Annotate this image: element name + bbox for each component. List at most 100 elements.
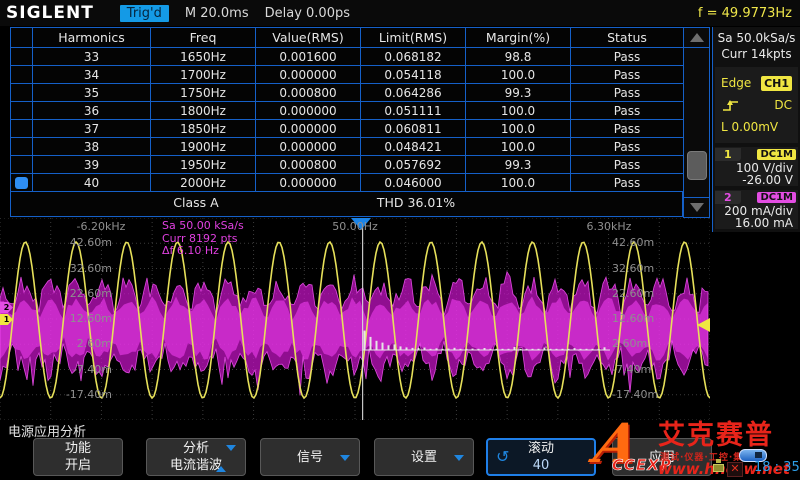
- sample-rate-readout: Sa 50.0kSa/s: [717, 31, 796, 45]
- cell-freq: 1700Hz: [150, 65, 256, 84]
- col-header-harmonics: Harmonics: [32, 27, 151, 48]
- channel2-number-tab: 2: [715, 191, 741, 204]
- cell-harmonic: 33: [32, 47, 151, 66]
- cell-harmonic: 40: [32, 173, 151, 192]
- row-select-marker: [10, 65, 33, 84]
- scrollbar-track[interactable]: [684, 48, 709, 197]
- amplitude-axis-label: 2.60m: [612, 337, 648, 351]
- row-select-marker: [10, 137, 33, 156]
- cell-limit: 0.054118: [360, 65, 466, 84]
- cell-freq: 2000Hz: [150, 173, 256, 192]
- softkey-value: 40: [532, 458, 550, 473]
- triangle-down-icon: [689, 203, 704, 212]
- amplitude-axis-label: 32.60m: [69, 261, 112, 275]
- trigger-coupling-label: DC: [774, 98, 792, 112]
- trigger-source-badge: CH1: [761, 75, 792, 91]
- cell-freq: 1850Hz: [150, 119, 256, 138]
- softkey-signal-button[interactable]: 信号: [260, 438, 360, 476]
- cell-freq: 1650Hz: [150, 47, 256, 66]
- amplitude-axis-label: 42.60m: [612, 236, 655, 250]
- fft-delta-f: Δf 6.10 Hz: [162, 244, 219, 257]
- amplitude-axis-label: 22.60m: [69, 286, 112, 300]
- channel1-info-box[interactable]: 1 DC1M 100 V/div -26.00 V: [715, 147, 798, 186]
- rotate-ccw-icon: ↺: [496, 447, 510, 466]
- cell-margin: 100.0: [465, 137, 571, 156]
- cell-margin: 99.3: [465, 83, 571, 102]
- cell-status: Pass: [570, 173, 684, 192]
- status-icon-tray: ✕ 18 : 35: [710, 446, 800, 480]
- row-select-marker: [10, 47, 33, 66]
- softkey-settings-button[interactable]: 设置: [374, 438, 474, 476]
- table-row[interactable]: 37 1850Hz 0.000000 0.060811 100.0 Pass: [10, 119, 684, 138]
- cell-limit: 0.064286: [360, 83, 466, 102]
- dropdown-icon: [340, 455, 350, 461]
- cell-status: Pass: [570, 119, 684, 138]
- col-header-freq: Freq: [150, 27, 256, 48]
- table-row[interactable]: 39 1950Hz 0.000800 0.057692 99.3 Pass: [10, 155, 684, 174]
- fft-sample-rate: Sa 50.00 kSa/s: [162, 219, 244, 232]
- memory-depth-readout: Curr 14kpts: [721, 47, 792, 61]
- cell-limit: 0.051111: [360, 101, 466, 120]
- cell-margin: 99.3: [465, 155, 571, 174]
- softkey-label: 滚动: [527, 441, 554, 456]
- amplitude-axis-label: 42.60m: [69, 236, 112, 250]
- softkey-analysis-button[interactable]: 分析 电流谐波: [146, 438, 246, 476]
- rising-edge-icon: [723, 99, 738, 111]
- table-row[interactable]: 36 1800Hz 0.000000 0.051111 100.0 Pass: [10, 101, 684, 120]
- cell-harmonic: 36: [32, 101, 151, 120]
- cell-status: Pass: [570, 155, 684, 174]
- sort-updown-icon: [216, 445, 236, 472]
- marker-column-header: [10, 27, 33, 48]
- cell-margin: 100.0: [465, 173, 571, 192]
- col-header-margin: Margin(%): [465, 27, 571, 48]
- scrollbar-thumb[interactable]: [687, 151, 707, 180]
- trigger-info-box: Edge CH1 DC L 0.00mV: [715, 67, 798, 143]
- table-row[interactable]: 40 2000Hz 0.000000 0.046000 100.0 Pass: [10, 173, 684, 192]
- amplitude-axis-label: -7.40m: [612, 362, 652, 376]
- cell-harmonic: 35: [32, 83, 151, 102]
- cell-harmonic: 38: [32, 137, 151, 156]
- cell-margin: 98.8: [465, 47, 571, 66]
- softkey-label: 功能: [64, 441, 91, 456]
- softkey-scroll-button[interactable]: ↺ 滚动 40: [486, 438, 596, 476]
- table-header-row: Harmonics Freq Value(RMS) Limit(RMS) Mar…: [10, 27, 684, 48]
- cell-value: 0.000000: [255, 137, 361, 156]
- row-select-marker: [10, 119, 33, 138]
- amplitude-axis-label: -17.40m: [65, 387, 112, 401]
- col-header-value: Value(RMS): [255, 27, 361, 48]
- channel2-offset-readout: 16.00 mA: [734, 216, 793, 230]
- scroll-down-button[interactable]: [684, 197, 709, 217]
- cell-status: Pass: [570, 101, 684, 120]
- table-scrollbar[interactable]: [683, 27, 710, 218]
- class-standard-label: Class A: [173, 195, 219, 210]
- channel1-number-tab: 1: [715, 148, 741, 161]
- cell-limit: 0.046000: [360, 173, 466, 192]
- softkey-value: 开启: [64, 458, 91, 473]
- cell-limit: 0.068182: [360, 47, 466, 66]
- amplitude-axis-label: -17.40m: [612, 387, 659, 401]
- selected-row-indicator: [15, 176, 28, 189]
- amplitude-axis-label: 22.60m: [612, 286, 655, 300]
- table-row[interactable]: 38 1900Hz 0.000000 0.048421 100.0 Pass: [10, 137, 684, 156]
- timebase-readout: M 20.0ms: [184, 5, 249, 21]
- cell-harmonic: 37: [32, 119, 151, 138]
- channel1-offset-readout: -26.00 V: [742, 173, 793, 187]
- cell-value: 0.000000: [255, 65, 361, 84]
- cell-value: 0.000800: [255, 83, 361, 102]
- table-row[interactable]: 35 1750Hz 0.000800 0.064286 99.3 Pass: [10, 83, 684, 102]
- amplitude-axis-label: 12.60m: [612, 312, 655, 325]
- softkey-function-button[interactable]: 功能 开启: [33, 438, 123, 476]
- clock-readout: 18 : 35: [754, 460, 800, 475]
- scroll-up-button[interactable]: [684, 28, 709, 48]
- trigger-type-label: Edge: [721, 76, 752, 90]
- cell-freq: 1950Hz: [150, 155, 256, 174]
- cell-limit: 0.048421: [360, 137, 466, 156]
- right-status-panel: Sa 50.0kSa/s Curr 14kpts Edge CH1 DC L 0…: [712, 27, 800, 232]
- channel2-info-box[interactable]: 2 DC1M 200 mA/div 16.00 mA: [715, 190, 798, 229]
- trigger-level-readout: L 0.00mV: [721, 120, 779, 134]
- dropdown-icon: [454, 455, 464, 461]
- table-row[interactable]: 33 1650Hz 0.001600 0.068182 98.8 Pass: [10, 47, 684, 66]
- freq-axis-label: 50.00Hz: [332, 220, 378, 233]
- table-row[interactable]: 34 1700Hz 0.000000 0.054118 100.0 Pass: [10, 65, 684, 84]
- acquisition-info: Sa 50.0kSa/s Curr 14kpts: [713, 27, 800, 62]
